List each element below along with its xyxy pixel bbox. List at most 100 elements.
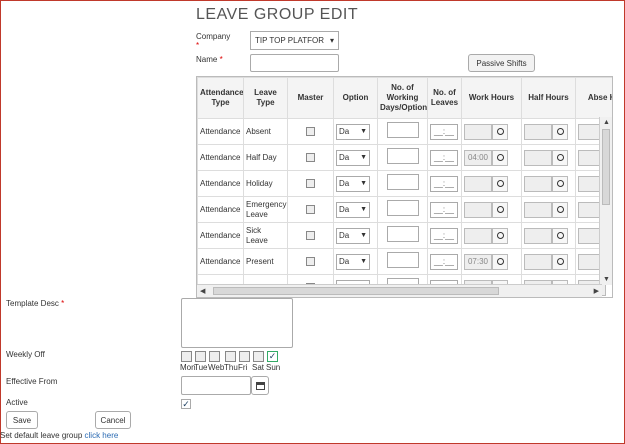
- master-checkbox[interactable]: [306, 126, 315, 136]
- work-hours-cell: 07:30: [461, 248, 522, 275]
- cancel-button[interactable]: Cancel: [95, 411, 131, 429]
- page-title: LEAVE GROUP EDIT: [196, 6, 359, 23]
- clock-icon[interactable]: [492, 253, 508, 270]
- grid-header-0: Attendance Type: [197, 77, 244, 119]
- leaves-input[interactable]: __:__: [430, 123, 458, 140]
- work-hours-input[interactable]: 04:00: [464, 149, 492, 166]
- attendance-type-cell: Attendance: [197, 196, 244, 223]
- option-cell: Da ▼: [333, 222, 378, 249]
- leave-grid-table: Attendance Type Leave Type Master Option No.…: [197, 77, 612, 297]
- master-checkbox[interactable]: [306, 230, 315, 240]
- option-select[interactable]: Da ▼: [336, 149, 370, 166]
- weekday-checkbox-sun[interactable]: ✓: [267, 351, 278, 362]
- leave-type-cell: Half Day: [243, 144, 288, 171]
- scroll-up-icon[interactable]: ▲: [603, 119, 610, 126]
- vertical-scrollbar[interactable]: ▲ ▼: [599, 117, 612, 285]
- attendance-type-cell: Attendance: [197, 118, 244, 145]
- template-desc-label: Template Desc *: [6, 299, 64, 308]
- weekday-checkbox-mon[interactable]: [181, 351, 192, 362]
- clock-icon[interactable]: [552, 227, 568, 244]
- clock-icon[interactable]: [492, 201, 508, 218]
- half-hours-input[interactable]: [524, 149, 552, 166]
- work-hours-input[interactable]: [464, 227, 492, 244]
- table-row: Attendance Half Day Da ▼ __:__ 04:00: [197, 144, 612, 171]
- master-checkbox[interactable]: [306, 256, 315, 266]
- working-days-input[interactable]: [386, 122, 419, 138]
- scroll-left-icon[interactable]: ◀: [200, 287, 205, 295]
- clock-icon[interactable]: [492, 175, 508, 192]
- grid-header-1: Leave Type: [243, 77, 288, 119]
- leaves-input[interactable]: __:__: [430, 175, 458, 192]
- vertical-scroll-thumb[interactable]: [602, 129, 610, 205]
- leaves-input[interactable]: __:__: [430, 149, 458, 166]
- option-select[interactable]: Da ▼: [336, 227, 370, 244]
- weekday-checkbox-thu[interactable]: [225, 351, 236, 362]
- work-hours-input[interactable]: 07:30: [464, 253, 492, 270]
- horizontal-scrollbar[interactable]: ◀ ▶: [197, 284, 602, 297]
- working-days-input[interactable]: [386, 148, 419, 164]
- weekday-checkbox-fri[interactable]: [239, 351, 250, 362]
- half-hours-input[interactable]: [524, 123, 552, 140]
- clock-icon[interactable]: [552, 253, 568, 270]
- weekday-label: Sun: [266, 363, 281, 372]
- work-hours-input[interactable]: [464, 201, 492, 218]
- footer-text: Set default leave group click here: [0, 431, 118, 440]
- company-select[interactable]: TIP TOP PLATFOR ▾: [250, 31, 339, 50]
- set-default-link[interactable]: click here: [85, 431, 119, 440]
- clock-icon[interactable]: [552, 201, 568, 218]
- effective-from-input[interactable]: [181, 376, 251, 395]
- half-hours-input[interactable]: [524, 201, 552, 218]
- weekday-label: Sat: [252, 363, 265, 372]
- option-select[interactable]: Da ▼: [336, 201, 370, 218]
- working-days-input[interactable]: [386, 252, 419, 268]
- weekday-checkbox-web[interactable]: [209, 351, 220, 362]
- company-select-value: TIP TOP PLATFOR: [255, 36, 325, 45]
- master-checkbox[interactable]: [306, 204, 315, 214]
- work-hours-cell: [461, 170, 522, 197]
- option-select[interactable]: Da ▼: [336, 123, 370, 140]
- half-hours-input[interactable]: [524, 175, 552, 192]
- chevron-down-icon: ▾: [329, 36, 334, 45]
- horizontal-scroll-thumb[interactable]: [213, 287, 499, 295]
- master-cell: [287, 248, 334, 275]
- scroll-right-icon[interactable]: ▶: [594, 287, 599, 295]
- clock-icon[interactable]: [492, 227, 508, 244]
- clock-icon[interactable]: [552, 123, 568, 140]
- leaves-cell: __:__: [427, 196, 462, 223]
- option-cell: Da ▼: [333, 170, 378, 197]
- working-days-cell: [377, 222, 428, 249]
- option-cell: Da ▼: [333, 248, 378, 275]
- weekday-checkbox-sat[interactable]: [253, 351, 264, 362]
- calendar-button[interactable]: [251, 376, 269, 395]
- work-hours-input[interactable]: [464, 175, 492, 192]
- option-select[interactable]: Da ▼: [336, 253, 370, 270]
- working-days-input[interactable]: [386, 174, 419, 190]
- grid-header-2: Master: [287, 77, 334, 119]
- template-desc-textarea[interactable]: [181, 298, 293, 348]
- half-hours-input[interactable]: [524, 227, 552, 244]
- leaves-input[interactable]: __:__: [430, 201, 458, 218]
- clock-icon[interactable]: [492, 123, 508, 140]
- option-select[interactable]: Da ▼: [336, 175, 370, 192]
- leaves-input[interactable]: __:__: [430, 253, 458, 270]
- option-value: Da: [339, 178, 350, 188]
- work-hours-input[interactable]: [464, 123, 492, 140]
- weekday-checkbox-tue[interactable]: [195, 351, 206, 362]
- save-button[interactable]: Save: [6, 411, 38, 429]
- clock-icon[interactable]: [552, 149, 568, 166]
- leaves-input[interactable]: __:__: [430, 227, 458, 244]
- scroll-down-icon[interactable]: ▼: [603, 276, 610, 283]
- passive-shifts-button[interactable]: Passive Shifts: [468, 54, 535, 72]
- working-days-input[interactable]: [386, 226, 419, 242]
- name-input[interactable]: [250, 54, 339, 72]
- chevron-down-icon: ▼: [360, 179, 367, 187]
- working-days-cell: [377, 196, 428, 223]
- clock-icon[interactable]: [552, 175, 568, 192]
- half-hours-input[interactable]: [524, 253, 552, 270]
- working-days-input[interactable]: [386, 200, 419, 216]
- master-checkbox[interactable]: [306, 178, 315, 188]
- clock-icon[interactable]: [492, 149, 508, 166]
- working-days-cell: [377, 248, 428, 275]
- active-checkbox[interactable]: ✓: [181, 399, 191, 409]
- master-checkbox[interactable]: [306, 152, 315, 162]
